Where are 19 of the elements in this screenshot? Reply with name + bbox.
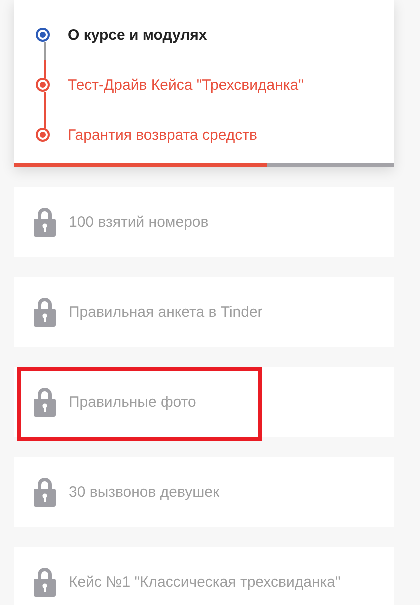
module-title: 100 взятий номеров xyxy=(69,214,209,230)
module-title: Правильная анкета в Tinder xyxy=(69,304,263,320)
padlock-icon xyxy=(33,567,57,597)
module-card[interactable]: Кейс №1 "Классическая трехсвиданка" xyxy=(14,547,394,605)
module-title: Кейс №1 "Классическая трехсвиданка" xyxy=(69,574,341,590)
module-card[interactable]: 30 вызвонов девушек xyxy=(14,457,394,527)
module-title: Правильные фото xyxy=(69,394,196,410)
module-title: 30 вызвонов девушек xyxy=(69,484,220,500)
step-connector xyxy=(44,42,46,78)
padlock-icon xyxy=(33,297,57,327)
module-card[interactable]: 100 взятий номеров xyxy=(14,187,394,257)
step-connector xyxy=(44,92,46,128)
step-link[interactable]: Гарантия возврата средств xyxy=(68,126,258,144)
step-link[interactable]: О курсе и модулях xyxy=(68,26,208,44)
padlock-icon xyxy=(33,477,57,507)
module-card[interactable]: Правильная анкета в Tinder xyxy=(14,277,394,347)
padlock-icon xyxy=(33,207,57,237)
step-link[interactable]: Тест-Драйв Кейса "Трехсвиданка" xyxy=(68,76,304,94)
padlock-icon xyxy=(33,387,57,417)
